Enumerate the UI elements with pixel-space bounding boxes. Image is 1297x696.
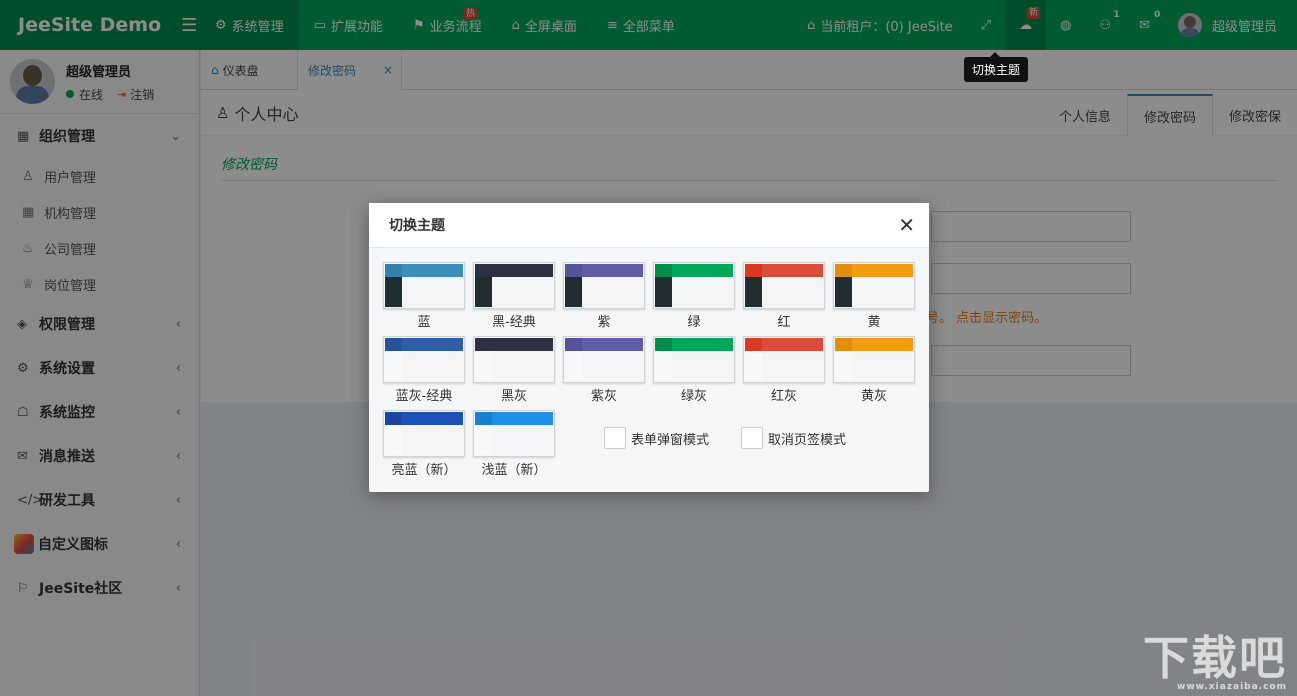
theme-preview [653, 262, 735, 309]
theme-preview [563, 262, 645, 309]
disable-tabs-mode-option[interactable]: 取消页签模式 [741, 427, 846, 449]
theme-preview [833, 336, 915, 383]
option-label: 表单弹窗模式 [631, 432, 710, 448]
theme-preview [473, 336, 555, 383]
theme-option[interactable]: 亮蓝（新） [383, 410, 465, 478]
theme-dialog: 切换主题 ✕ 蓝 黑-经典 紫 绿 红 黄蓝灰-经典 黑灰 紫灰 绿灰 红灰 黄灰亮蓝（新） 浅蓝（新… [369, 203, 929, 492]
theme-label: 紫 [597, 315, 611, 330]
theme-option[interactable]: 浅蓝（新） [473, 410, 555, 478]
theme-option[interactable]: 黄 [833, 262, 915, 330]
theme-option[interactable]: 黑-经典 [473, 262, 555, 330]
watermark: 下载吧 www.xiazaiba.com [1143, 622, 1287, 692]
theme-preview [383, 410, 465, 457]
theme-label: 浅蓝（新） [481, 463, 547, 478]
theme-option[interactable]: 黄灰 [833, 336, 915, 404]
theme-option[interactable]: 蓝 [383, 262, 465, 330]
form-dialog-mode-option[interactable]: 表单弹窗模式 [604, 427, 709, 449]
theme-option[interactable]: 绿 [653, 262, 735, 330]
watermark-text: 下载吧 [1143, 631, 1287, 685]
theme-label: 蓝 [417, 315, 431, 330]
theme-option[interactable]: 红 [743, 262, 825, 330]
checkbox[interactable] [741, 427, 763, 449]
theme-label: 紫灰 [590, 389, 617, 404]
theme-option[interactable]: 红灰 [743, 336, 825, 404]
checkbox[interactable] [604, 427, 626, 449]
theme-label: 蓝灰-经典 [395, 389, 453, 404]
theme-label: 红 [777, 315, 791, 330]
theme-label: 黑-经典 [492, 315, 536, 330]
dialog-title: 切换主题 [389, 218, 445, 234]
theme-tooltip: 切换主题 [964, 52, 1029, 82]
theme-preview [383, 262, 465, 309]
theme-preview [743, 336, 825, 383]
theme-label: 黑灰 [500, 389, 527, 404]
theme-option[interactable]: 蓝灰-经典 [383, 336, 465, 404]
theme-preview [383, 336, 465, 383]
option-label: 取消页签模式 [768, 432, 847, 448]
theme-label: 亮蓝（新） [391, 463, 457, 478]
theme-preview [563, 336, 645, 383]
theme-option[interactable]: 紫 [563, 262, 645, 330]
theme-preview [473, 262, 555, 309]
theme-label: 绿灰 [680, 389, 707, 404]
theme-preview [743, 262, 825, 309]
theme-option[interactable]: 绿灰 [653, 336, 735, 404]
theme-option[interactable]: 紫灰 [563, 336, 645, 404]
dialog-header: 切换主题 ✕ [369, 203, 929, 248]
theme-label: 黄 [867, 315, 881, 330]
theme-preview [473, 410, 555, 457]
theme-label: 黄灰 [860, 389, 887, 404]
theme-preview [833, 262, 915, 309]
theme-label: 绿 [687, 315, 701, 330]
theme-option[interactable]: 黑灰 [473, 336, 555, 404]
theme-label: 红灰 [770, 389, 797, 404]
close-icon[interactable]: ✕ [898, 213, 915, 237]
theme-preview [653, 336, 735, 383]
